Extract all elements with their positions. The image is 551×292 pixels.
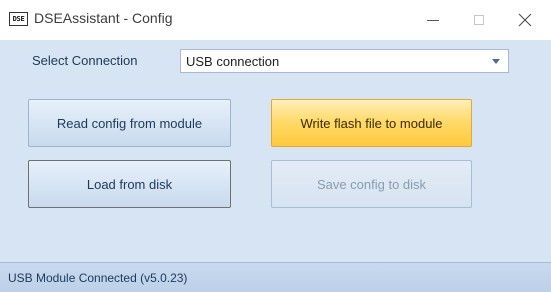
close-button[interactable] <box>502 0 548 40</box>
read-config-button[interactable]: Read config from module <box>28 99 231 147</box>
close-icon <box>518 13 532 27</box>
minimize-button[interactable] <box>410 0 456 40</box>
minimize-icon <box>427 19 439 21</box>
window-title: DSEAssistant - Config <box>34 10 173 26</box>
write-flash-button[interactable]: Write flash file to module <box>271 99 472 147</box>
app-icon: DSE <box>9 12 28 26</box>
status-text: USB Module Connected (v5.0.23) <box>8 271 188 285</box>
load-from-disk-button[interactable]: Load from disk <box>28 160 231 208</box>
status-bar: USB Module Connected (v5.0.23) <box>0 262 551 292</box>
title-bar[interactable]: DSE DSEAssistant - Config <box>0 0 551 40</box>
select-connection-label: Select Connection <box>32 53 138 68</box>
maximize-button[interactable] <box>456 0 502 40</box>
connection-dropdown-value: USB connection <box>186 54 280 69</box>
connection-dropdown[interactable]: USB connection <box>180 49 509 73</box>
maximize-icon <box>474 15 484 25</box>
client-area: Select Connection USB connection Read co… <box>8 40 551 262</box>
save-config-button[interactable]: Save config to disk <box>271 160 472 208</box>
chevron-down-icon[interactable] <box>492 59 500 64</box>
config-window: DSE DSEAssistant - Config Select Connect… <box>0 0 551 292</box>
